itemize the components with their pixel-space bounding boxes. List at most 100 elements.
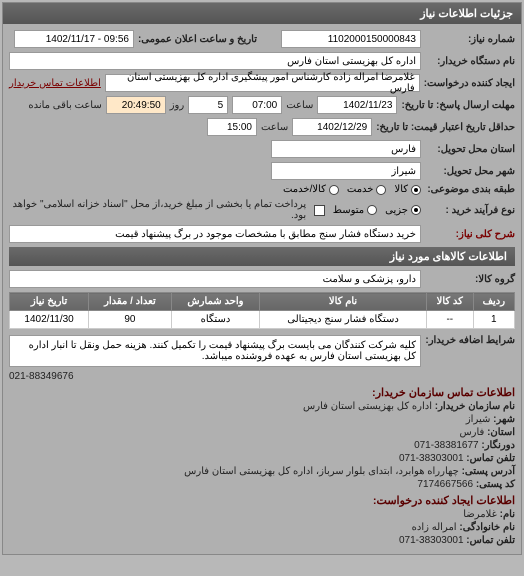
td-date: 1402/11/30 [10, 311, 89, 329]
row-device: نام دستگاه خریدار: اداره کل بهزیستی استا… [9, 52, 515, 70]
contact-link[interactable]: اطلاعات تماس خریدار [9, 78, 101, 89]
radio-dot-icon [367, 205, 377, 215]
goods-table: ردیف کد کالا نام کالا واحد شمارش تعداد /… [9, 292, 515, 329]
creator-section-title: اطلاعات ایجاد کننده درخواست: [9, 494, 515, 507]
process-label: نوع فرآیند خرید : [425, 205, 515, 216]
device-label: نام دستگاه خریدار: [425, 56, 515, 67]
line-fax: دورنگار: 38381677-071 [9, 440, 515, 451]
row-number: شماره نیاز: 1102000150000843 تاریخ و ساع… [9, 30, 515, 48]
city-value: شیراز [271, 162, 421, 180]
radio-dot-icon [329, 185, 339, 195]
deadline-date: 1402/11/23 [317, 96, 397, 114]
radio-dot-icon [376, 185, 386, 195]
datetime-label: تاریخ و ساعت اعلان عمومی: [138, 34, 257, 45]
row-validity: حداقل تاریخ اعتبار قیمت: تا تاریخ: 1402/… [9, 118, 515, 136]
th-qty: تعداد / مقدار [89, 293, 171, 311]
td-unit: دستگاه [171, 311, 260, 329]
group-value: دارو، پزشکی و سلامت [9, 270, 421, 288]
category-label: طبقه بندی موضوعی: [425, 184, 515, 195]
checkbox-treasury[interactable] [314, 205, 325, 216]
row-buyer-note: شرایط اضافه خریدار: کلیه شرکت کنندگان می… [9, 335, 515, 367]
validity-label: حداقل تاریخ اعتبار قیمت: تا تاریخ: [376, 122, 515, 133]
th-name: نام کالا [260, 293, 427, 311]
radio-medium[interactable]: متوسط [333, 205, 377, 216]
radio-dot-icon [411, 185, 421, 195]
phone-bottom: 021-88349676 [9, 371, 515, 382]
day-value: 5 [188, 96, 228, 114]
c-city-value: شیراز [466, 414, 491, 425]
row-group: گروه کالا: دارو، پزشکی و سلامت [9, 270, 515, 288]
addr-value: چهارراه هوابرد، ابتدای بلوار سرباز، ادار… [184, 466, 459, 477]
number-label: شماره نیاز: [425, 34, 515, 45]
name-label: نام: [500, 509, 515, 520]
td-code: -- [426, 311, 473, 329]
c-city-label: شهر: [493, 414, 515, 425]
table-row[interactable]: 1 -- دستگاه فشار سنج دیجیتالی دستگاه 90 … [10, 311, 515, 329]
org-name-label: نام سازمان خریدار: [435, 401, 515, 412]
line-zip: کد پستی: 7174667566 [9, 479, 515, 490]
row-city: شهر محل تحویل: شیراز [9, 162, 515, 180]
radio-dot-icon [411, 205, 421, 215]
goods-section-title: اطلاعات کالاهای مورد نیاز [9, 247, 515, 266]
row-province: استان محل تحویل: فارس [9, 140, 515, 158]
line-name: نام: غلامرضا [9, 509, 515, 520]
th-row: ردیف [473, 293, 514, 311]
cat-service-label: خدمت [347, 184, 374, 195]
row-process: نوع فرآیند خرید : جزیی متوسط پرداخت تمام… [9, 199, 515, 221]
radio-service[interactable]: خدمت [347, 184, 387, 195]
cat-all-label: کالا [394, 184, 408, 195]
line-addr: آدرس پستی: چهارراه هوابرد، ابتدای بلوار … [9, 466, 515, 477]
th-date: تاریخ نیاز [10, 293, 89, 311]
td-qty: 90 [89, 311, 171, 329]
tel-label: تلفن تماس: [466, 453, 515, 464]
requester-value: غلامرضا امراله زاده کارشناس امور پیشگیری… [105, 74, 420, 92]
deadline-time: 07:00 [232, 96, 282, 114]
details-panel: جزئیات اطلاعات نیاز شماره نیاز: 11020001… [2, 2, 522, 555]
panel-title: جزئیات اطلاعات نیاز [3, 3, 521, 24]
buyer-note-label: شرایط اضافه خریدار: [425, 335, 515, 346]
number-value: 1102000150000843 [281, 30, 421, 48]
fax-label: دورنگار: [481, 440, 515, 451]
fax-value: 38381677-071 [414, 440, 479, 451]
radio-all[interactable]: کالا [394, 184, 421, 195]
proc-note: پرداخت تمام یا بخشی از مبلغ خرید،از محل … [9, 199, 306, 221]
name-value: غلامرضا [463, 509, 497, 520]
category-radios: کالا خدمت کالا/خدمت [283, 184, 421, 195]
province-label: استان محل تحویل: [425, 144, 515, 155]
family-label: نام خانوادگی: [459, 522, 515, 533]
family-value: امراله زاده [412, 522, 457, 533]
line-tel: تلفن تماس: 38303001-071 [9, 453, 515, 464]
table-header-row: ردیف کد کالا نام کالا واحد شمارش تعداد /… [10, 293, 515, 311]
time-label-2: ساعت [261, 122, 288, 133]
c-prov-label: استان: [487, 427, 515, 438]
validity-date: 1402/12/29 [292, 118, 372, 136]
province-value: فارس [271, 140, 421, 158]
remaining-label: ساعت باقی مانده [28, 100, 101, 111]
desc-value: خرید دستگاه فشار سنج مطابق با مشخصات موج… [9, 225, 421, 243]
line-tel2: تلفن تماس: 38303001-071 [9, 535, 515, 546]
contact-footer: اطلاعات تماس سازمان خریدار: نام سازمان خ… [9, 386, 515, 546]
th-unit: واحد شمارش [171, 293, 260, 311]
deadline-label: مهلت ارسال پاسخ: تا تاریخ: [401, 100, 515, 111]
city-label: شهر محل تحویل: [425, 166, 515, 177]
zip-value: 7174667566 [417, 479, 473, 490]
row-category: طبقه بندی موضوعی: کالا خدمت کالا/خدمت [9, 184, 515, 195]
validity-time: 15:00 [207, 118, 257, 136]
line-family: نام خانوادگی: امراله زاده [9, 522, 515, 533]
contact-section-title: اطلاعات تماس سازمان خریدار: [9, 386, 515, 399]
c-prov-value: فارس [459, 427, 484, 438]
td-name: دستگاه فشار سنج دیجیتالی [260, 311, 427, 329]
time-label-1: ساعت [286, 100, 313, 111]
line-prov: استان: فارس [9, 427, 515, 438]
zip-label: کد پستی: [476, 479, 515, 490]
group-label: گروه کالا: [425, 274, 515, 285]
day-label: روز [170, 100, 185, 111]
radio-small[interactable]: جزیی [385, 205, 421, 216]
td-row: 1 [473, 311, 514, 329]
org-name-value: اداره کل بهزیستی استان فارس [303, 401, 432, 412]
radio-both[interactable]: کالا/خدمت [283, 184, 339, 195]
line-orgname: نام سازمان خریدار: اداره کل بهزیستی استا… [9, 401, 515, 412]
device-value: اداره کل بهزیستی استان فارس [9, 52, 421, 70]
cat-both-label: کالا/خدمت [283, 184, 326, 195]
requester-label: ایجاد کننده درخواست: [424, 78, 515, 89]
